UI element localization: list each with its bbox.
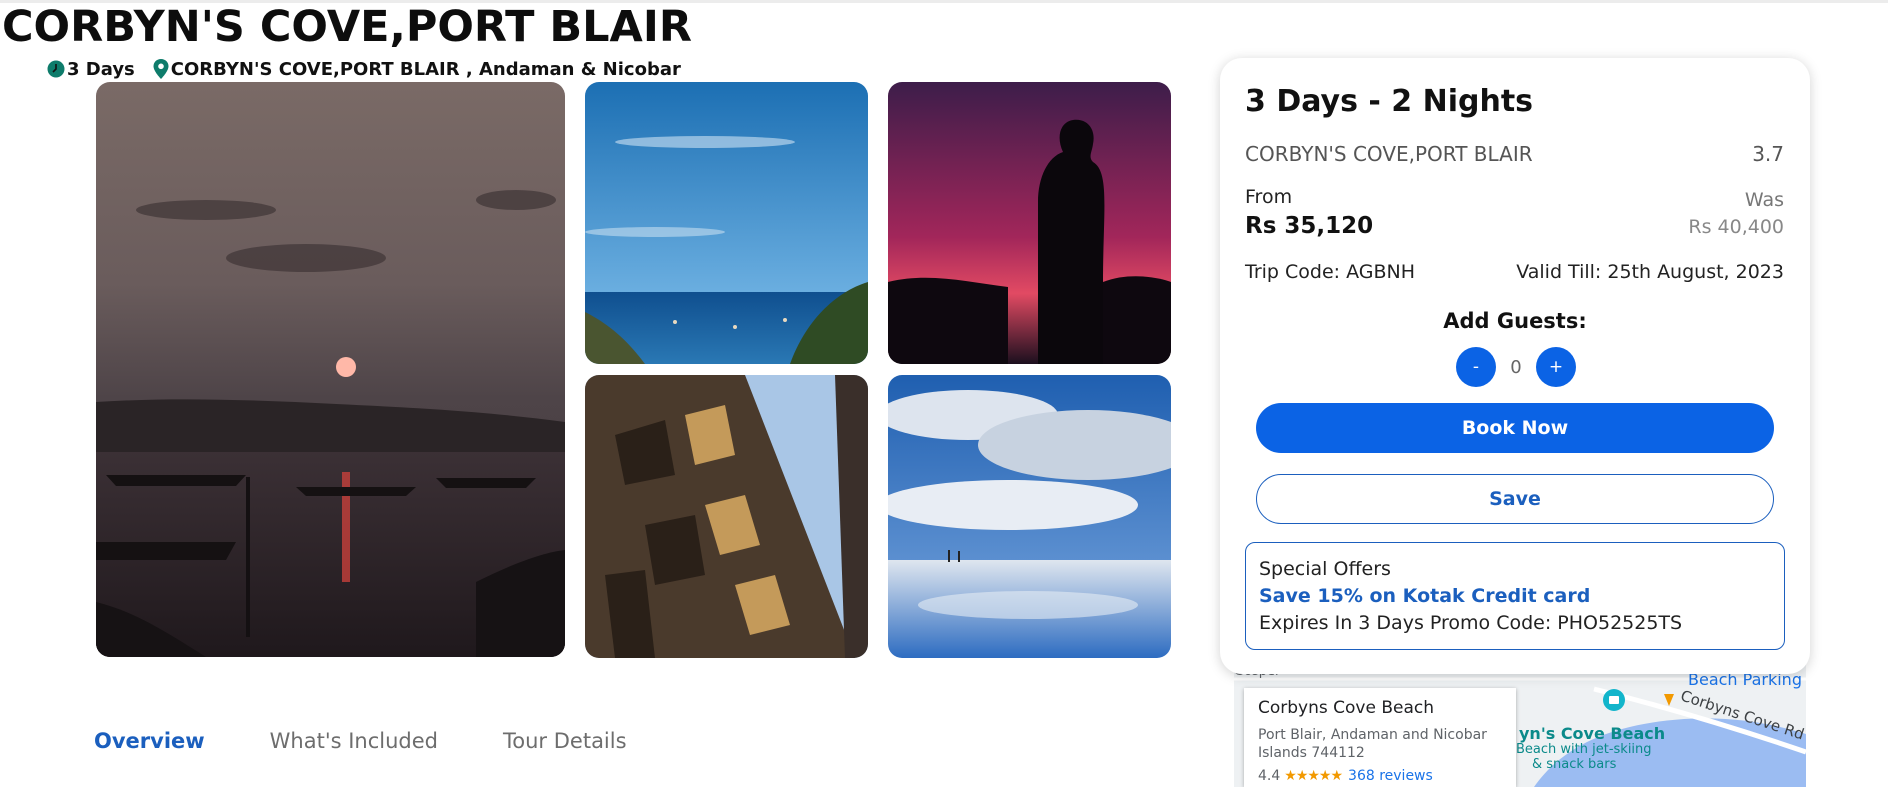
map-place-rating-row: 4.4 ★★★★★ 368 reviews (1258, 768, 1502, 784)
sea-view-image (585, 82, 868, 364)
sunset-image (96, 82, 565, 657)
tab-whats-included[interactable]: What's Included (270, 729, 438, 753)
old-price: Rs 40,400 (1688, 216, 1784, 238)
decrease-guests-button[interactable]: - (1456, 347, 1496, 387)
map-pin-icon (153, 59, 169, 79)
map-place-address: Port Blair, Andaman and Nicobar Islands … (1258, 727, 1487, 761)
map-rating-value: 4.4 (1258, 768, 1281, 784)
guest-count: 0 (1510, 356, 1522, 378)
gallery-photo-sea[interactable] (585, 82, 868, 364)
package-duration-title: 3 Days - 2 Nights (1245, 84, 1534, 119)
gallery-photo-silhouette[interactable] (888, 82, 1171, 364)
map-place-card[interactable]: Corbyns Cove Beach Port Blair, Andaman a… (1244, 688, 1516, 787)
special-offers-heading: Special Offers (1259, 558, 1391, 580)
package-location: CORBYN'S COVE,PORT BLAIR (1245, 142, 1533, 166)
trip-code: Trip Code: AGBNH (1245, 261, 1416, 283)
current-price: Rs 35,120 (1245, 213, 1374, 239)
gallery-photo-sunset[interactable] (96, 82, 565, 657)
kotak-offer-link[interactable]: Save 15% on Kotak Credit card (1259, 583, 1771, 610)
location-map[interactable]: Beach Parking Corbyns Cove Rd yn's Cove … (1234, 664, 1806, 787)
add-guests-label: Add Guests: (1443, 309, 1587, 333)
price-was-label: Was (1744, 189, 1784, 211)
cellular-jail-image (585, 375, 868, 658)
offer-expiry: Expires In 3 Days Promo Code: PHO52525TS (1259, 612, 1683, 634)
map-label-activity: Beach with jet-skiing (1516, 742, 1652, 757)
map-label-activity2: & snack bars (1532, 757, 1617, 772)
increase-guests-button[interactable]: + (1536, 347, 1576, 387)
trip-duration: 3 Days (67, 58, 135, 80)
gallery-photo-arches[interactable] (585, 375, 868, 658)
guest-stepper: - 0 + (1456, 347, 1576, 387)
trip-location: CORBYN'S COVE,PORT BLAIR , Andaman & Nic… (170, 58, 681, 80)
valid-till: Valid Till: 25th August, 2023 (1516, 261, 1784, 283)
save-button[interactable]: Save (1256, 474, 1774, 524)
star-rating-icon: ★★★★★ (1284, 768, 1343, 784)
special-offers-box: Special Offers Save 15% on Kotak Credit … (1245, 542, 1785, 650)
silhouette-image (888, 82, 1171, 364)
detail-tabs: Overview What's Included Tour Details (94, 729, 692, 753)
map-place-name: Corbyns Cove Beach (1258, 698, 1435, 718)
map-label-beach: yn's Cove Beach (1519, 724, 1666, 743)
tab-tour-details[interactable]: Tour Details (503, 729, 627, 753)
clock-icon (47, 60, 65, 78)
gallery-photo-reflection[interactable] (888, 375, 1171, 658)
book-now-button[interactable]: Book Now (1256, 403, 1774, 453)
booking-panel: 3 Days - 2 Nights CORBYN'S COVE,PORT BLA… (1220, 58, 1810, 674)
page-title: CORBYN'S COVE,PORT BLAIR (2, 2, 692, 52)
tab-overview[interactable]: Overview (94, 729, 205, 753)
beach-reflection-image (888, 375, 1171, 658)
package-rating: 3.7 (1752, 142, 1784, 166)
map-reviews-link[interactable]: 368 reviews (1348, 768, 1433, 784)
price-from-label: From (1245, 186, 1293, 208)
trip-meta: 3 Days CORBYN'S COVE,PORT BLAIR , Andama… (47, 58, 681, 80)
